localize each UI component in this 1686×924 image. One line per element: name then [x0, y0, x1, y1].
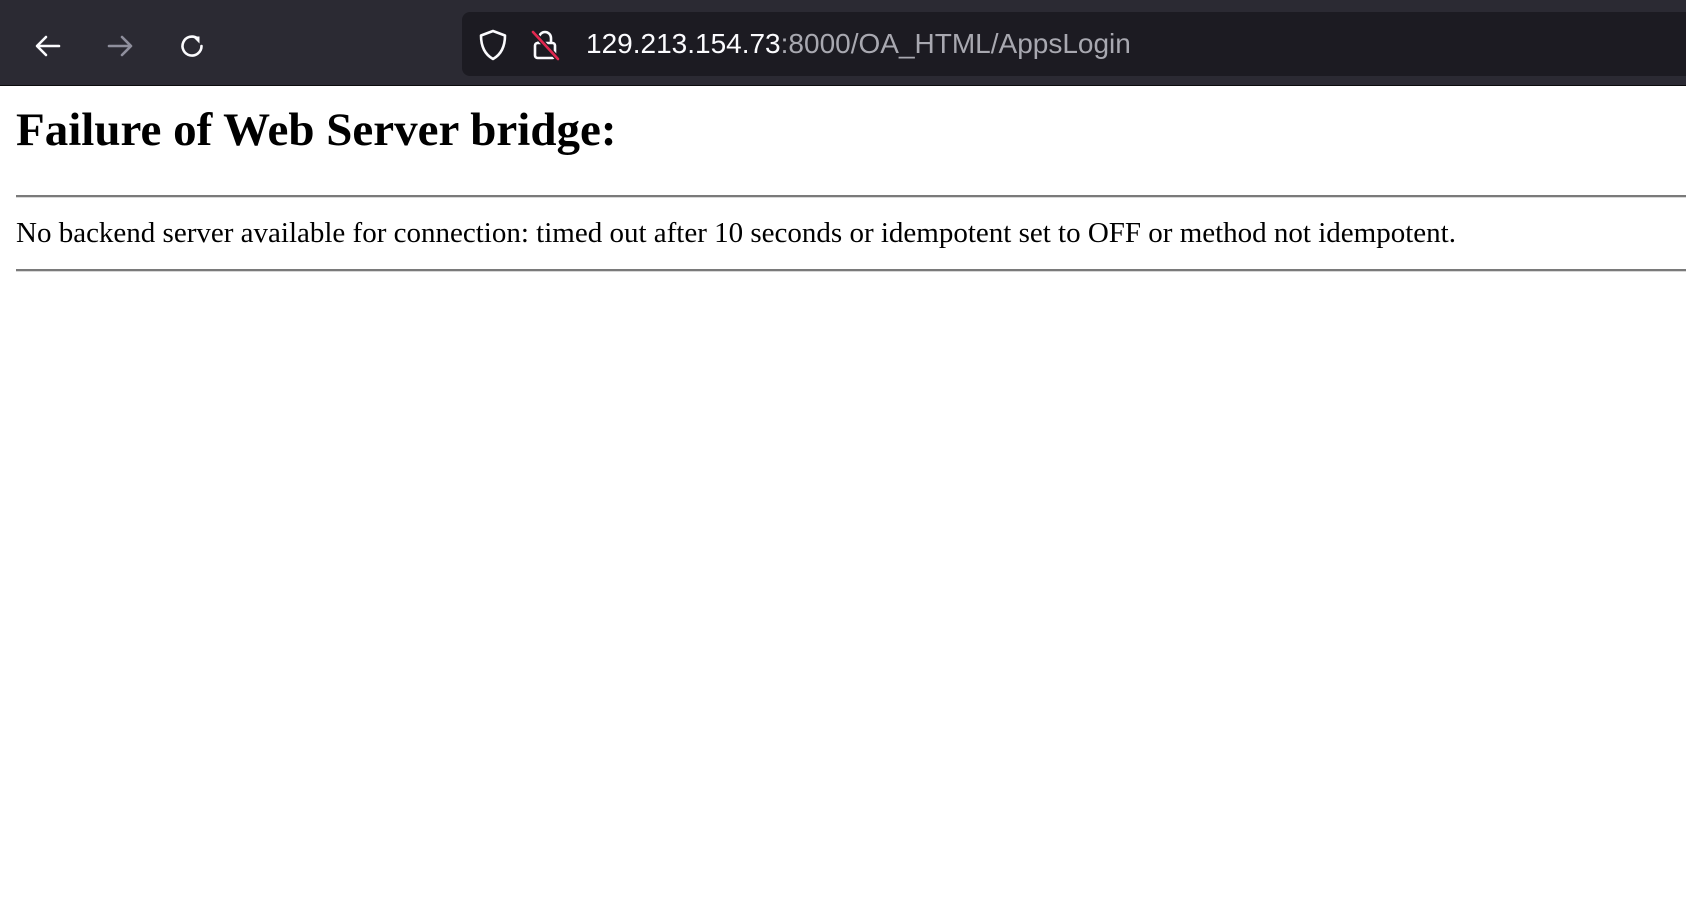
horizontal-rule-top — [16, 195, 1686, 199]
back-button[interactable] — [26, 24, 70, 68]
address-bar[interactable]: 129.213.154.73:8000/OA_HTML/AppsLogin — [462, 12, 1686, 76]
forward-button[interactable] — [98, 24, 142, 68]
insecure-lock-icon — [531, 30, 560, 61]
page-heading: Failure of Web Server bridge: — [16, 104, 617, 156]
url-path: :8000/OA_HTML/AppsLogin — [780, 28, 1131, 59]
site-security-button[interactable] — [528, 28, 562, 62]
tracking-protection-button[interactable] — [476, 28, 510, 62]
url-text[interactable]: 129.213.154.73:8000/OA_HTML/AppsLogin — [586, 12, 1131, 76]
url-host: 129.213.154.73 — [586, 28, 781, 59]
error-message: No backend server available for connecti… — [16, 217, 1456, 250]
forward-arrow-icon — [107, 35, 133, 57]
back-arrow-icon — [35, 35, 61, 57]
browser-toolbar: 129.213.154.73:8000/OA_HTML/AppsLogin — [0, 0, 1686, 86]
shield-icon — [479, 29, 507, 61]
reload-button[interactable] — [170, 24, 214, 68]
horizontal-rule-bottom — [16, 268, 1686, 272]
reload-icon — [181, 35, 203, 57]
page-content: Failure of Web Server bridge: No backend… — [16, 86, 1686, 272]
